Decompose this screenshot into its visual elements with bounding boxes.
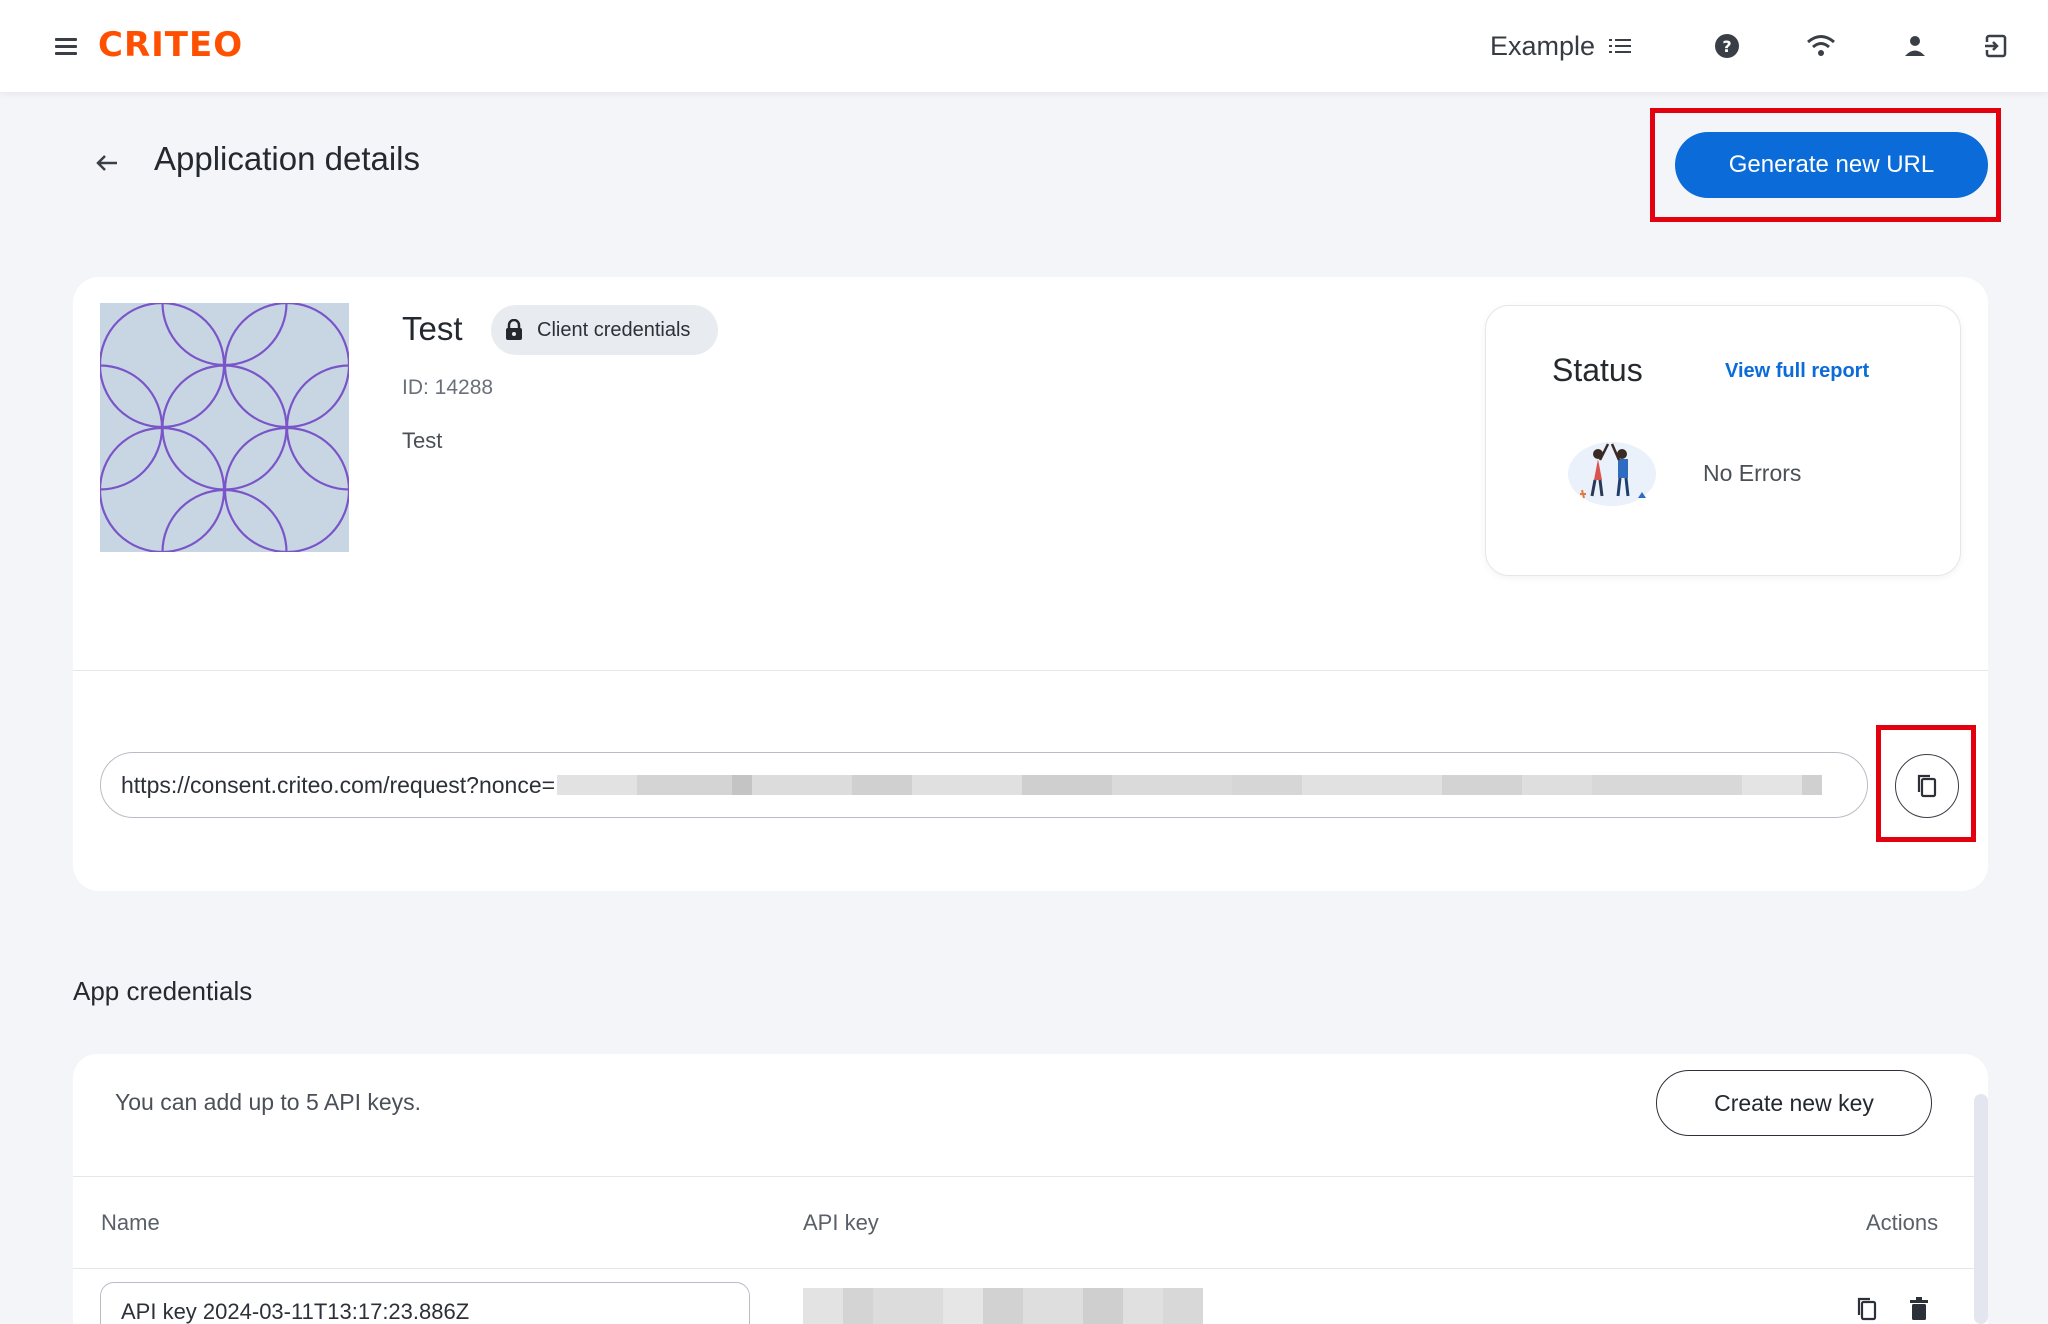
menu-icon[interactable] <box>52 34 80 58</box>
column-header-name: Name <box>101 1210 160 1235</box>
row-divider <box>73 1268 1974 1269</box>
scrollbar[interactable] <box>1974 1094 1988 1324</box>
help-icon[interactable]: ? <box>1709 28 1745 64</box>
create-new-key-button[interactable]: Create new key <box>1656 1070 1932 1136</box>
logout-icon[interactable] <box>1977 28 2013 64</box>
user-icon[interactable] <box>1897 28 1933 64</box>
page-title: Application details <box>154 140 420 177</box>
highlight-box-generate <box>1650 108 2001 222</box>
url-text: https://consent.criteo.com/request?nonce… <box>121 771 556 798</box>
top-bar: CRITEO Example ? <box>0 0 2048 92</box>
redacted-api-key <box>803 1288 1203 1324</box>
svg-text:?: ? <box>1722 37 1731 56</box>
status-title: Status <box>1552 352 1643 388</box>
section-title: App credentials <box>73 976 253 1006</box>
list-icon <box>1609 37 1632 55</box>
chip-label: Client credentials <box>537 318 691 341</box>
app-description: Test <box>402 428 443 453</box>
criteo-logo[interactable]: CRITEO <box>98 22 243 68</box>
app-name: Test <box>402 310 463 347</box>
status-card <box>1485 305 1961 576</box>
view-full-report-link[interactable]: View full report <box>1725 360 1869 383</box>
copy-key-icon[interactable] <box>1852 1294 1882 1324</box>
lock-icon <box>506 319 522 340</box>
client-credentials-chip: Client credentials <box>491 305 718 355</box>
table-divider <box>73 1176 1974 1177</box>
column-header-api-key: API key <box>803 1210 879 1235</box>
highlight-box-copy <box>1876 725 1976 842</box>
delete-key-icon[interactable] <box>1904 1294 1934 1324</box>
column-header-actions: Actions <box>1866 1210 1939 1235</box>
card-divider <box>73 670 1988 671</box>
api-key-limit-hint: You can add up to 5 API keys. <box>115 1089 422 1115</box>
high-five-illustration <box>1562 432 1662 512</box>
api-key-name-input[interactable] <box>100 1282 750 1324</box>
app-image <box>100 303 349 552</box>
account-selector[interactable]: Example <box>1490 24 1632 68</box>
back-arrow-icon[interactable] <box>92 148 122 178</box>
redacted-nonce <box>557 775 1823 795</box>
consent-url-field[interactable]: https://consent.criteo.com/request?nonce… <box>100 752 1868 818</box>
wifi-icon[interactable] <box>1803 28 1839 64</box>
status-value: No Errors <box>1703 460 1802 486</box>
account-name: Example <box>1490 30 1596 61</box>
app-id: ID: 14288 <box>402 376 494 399</box>
